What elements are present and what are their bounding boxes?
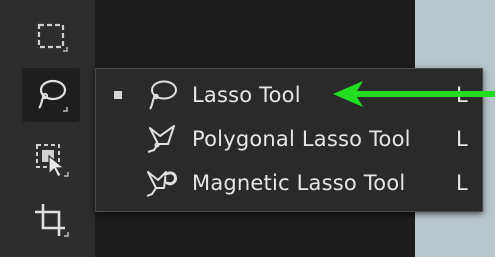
crop-tool-button[interactable] [22,193,80,247]
object-selection-tool-button[interactable] [22,133,80,187]
object-selection-icon [36,144,69,178]
tools-panel [0,0,95,257]
selected-indicator [114,91,122,99]
shortcut-key: L [456,171,468,195]
polygonal-lasso-icon [147,125,175,153]
menu-item-label: Lasso Tool [192,83,301,107]
menu-item-label: Polygonal Lasso Tool [192,127,411,151]
lasso-icon [149,80,177,110]
lasso-icon [38,79,68,112]
menu-item-polygonal-lasso-tool[interactable]: Polygonal Lasso Tool L [96,118,482,160]
magnetic-lasso-icon [146,171,178,197]
lasso-tool-button[interactable] [22,68,80,122]
marquee-icon [37,23,68,52]
menu-item-label: Magnetic Lasso Tool [192,171,406,195]
marquee-tool-button[interactable] [22,10,80,64]
shortcut-key: L [456,127,468,151]
green-arrow-annotation [333,81,495,107]
menu-item-magnetic-lasso-tool[interactable]: Magnetic Lasso Tool L [96,162,482,204]
crop-icon [35,204,69,237]
